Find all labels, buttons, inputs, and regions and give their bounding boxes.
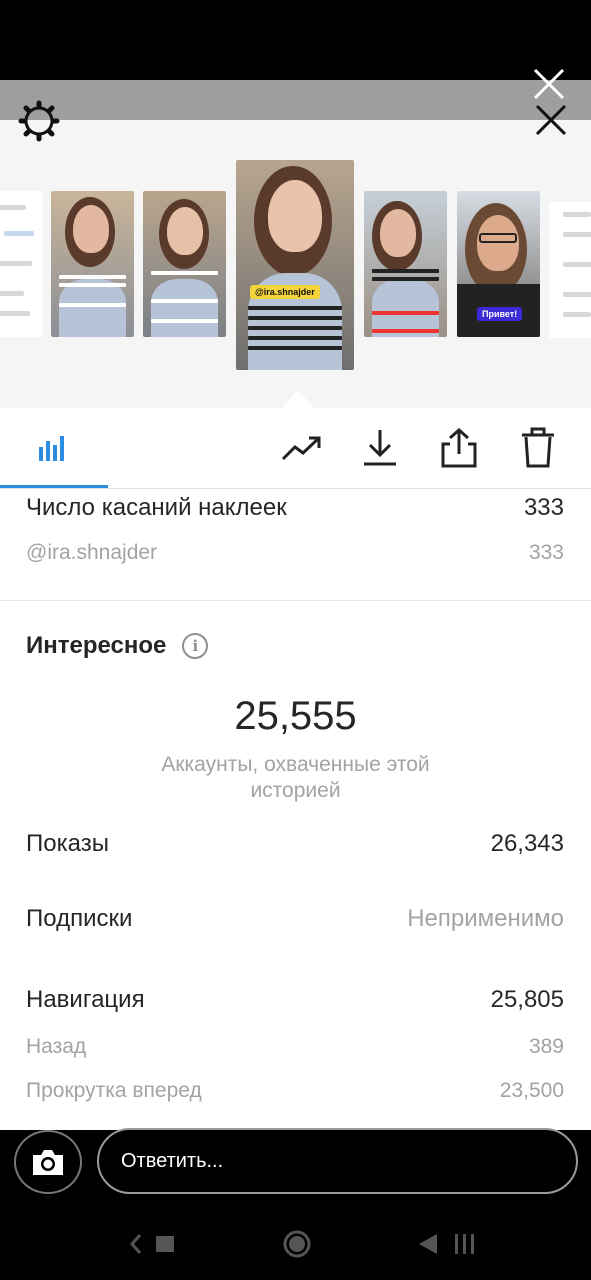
home-nav-button[interactable] (278, 1228, 316, 1260)
insights-toolbar (0, 408, 591, 489)
mention-label: @ira.shnajder (26, 541, 158, 564)
reach-label: Аккаунты, охваченные этой историей (161, 753, 430, 802)
back-chevron-icon (129, 1234, 174, 1254)
story-thumbnail[interactable] (51, 191, 134, 337)
navigation-value: 25,805 (490, 986, 564, 1013)
home-circle-icon (283, 1230, 311, 1258)
close-icon[interactable] (531, 66, 567, 102)
settings-gear-icon[interactable] (18, 100, 60, 142)
forward-value: 23,500 (499, 1079, 564, 1102)
download-icon[interactable] (358, 426, 402, 470)
impressions-row: Показы 26,343 (26, 830, 564, 858)
sticker-taps-value: 333 (523, 494, 564, 521)
greeting-sticker: Привет! (477, 307, 523, 321)
insights-panel: Число касаний наклеек 333 @ira.shnajder … (0, 408, 591, 1130)
trash-icon[interactable] (516, 426, 560, 470)
story-thumbnail[interactable] (0, 191, 42, 337)
follows-value: Неприменимо (407, 905, 564, 932)
status-area (0, 0, 591, 80)
mention-sticker: @ira.shnajder (250, 285, 320, 299)
follows-label: Подписки (26, 905, 133, 932)
close-icon[interactable] (533, 102, 569, 138)
info-icon[interactable]: i (182, 633, 209, 659)
nav-back-icon (419, 1234, 474, 1254)
active-tab-underline (0, 485, 108, 488)
insights-bar-icon[interactable] (30, 426, 74, 470)
impressions-value: 26,343 (490, 830, 564, 857)
back-label: Назад (26, 1035, 87, 1058)
reply-placeholder: Ответить... (121, 1149, 224, 1172)
story-thumbnail-strip: @ira.shnajder Привет! (0, 160, 591, 372)
forward-label: Прокрутка вперед (26, 1079, 202, 1102)
camera-button[interactable] (14, 1130, 82, 1194)
section-divider (0, 600, 591, 601)
back-value: 389 (528, 1035, 564, 1058)
follows-row: Подписки Неприменимо (26, 905, 564, 933)
reach-value: 25,555 (234, 694, 357, 738)
navigation-row: Навигация 25,805 (26, 986, 564, 1014)
share-icon[interactable] (437, 426, 481, 470)
viewer-overlay-band (0, 80, 591, 120)
trending-up-icon[interactable] (280, 426, 324, 470)
back-nav-button[interactable] (410, 1228, 482, 1260)
impressions-label: Показы (26, 830, 109, 857)
mention-value: 333 (528, 541, 564, 564)
back-row: Назад 389 (26, 1035, 564, 1059)
discovery-title-text: Интересное (26, 632, 167, 659)
story-thumbnail[interactable] (549, 202, 591, 338)
camera-icon (33, 1150, 63, 1175)
story-thumbnail[interactable]: Привет! (457, 191, 540, 337)
discovery-section-title: Интересное i (26, 632, 209, 660)
sticker-taps-label: Число касаний наклеек (26, 494, 287, 521)
recents-nav-button[interactable] (120, 1228, 180, 1260)
mention-row[interactable]: @ira.shnajder 333 (26, 541, 564, 565)
story-thumbnail[interactable] (364, 191, 447, 337)
story-thumbnail-selected[interactable]: @ira.shnajder (236, 160, 354, 370)
selection-pointer (282, 390, 314, 408)
forward-row: Прокрутка вперед 23,500 (26, 1079, 564, 1103)
story-thumbnail[interactable] (143, 191, 226, 337)
navigation-label: Навигация (26, 986, 145, 1013)
reply-input[interactable]: Ответить... (97, 1128, 578, 1194)
sticker-taps-row: Число касаний наклеек 333 (26, 494, 564, 522)
